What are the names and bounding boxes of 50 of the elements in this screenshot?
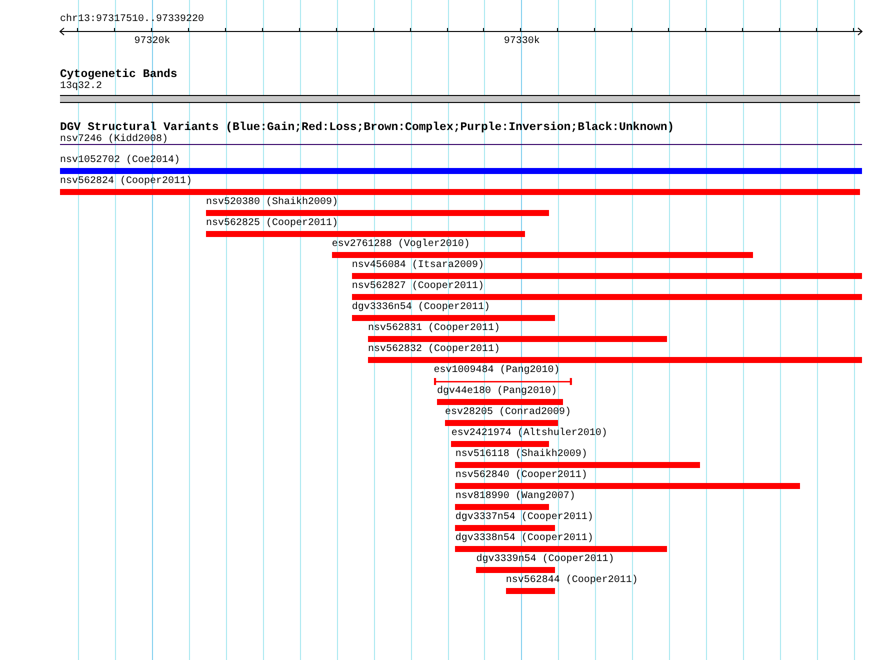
variant-label: dgv44e180 (Pang2010) — [436, 386, 557, 398]
variant-label: esv2761288 (Vogler2010) — [332, 239, 470, 251]
variant-bar[interactable] — [436, 399, 563, 405]
variant-label: nsv520380 (Shaikh2009) — [206, 197, 338, 209]
variant-bar[interactable] — [352, 273, 862, 279]
variant-label: nsv7246 (Kidd2008) — [60, 134, 168, 146]
variant-label: nsv562840 (Cooper2011) — [455, 470, 588, 482]
variant-label: nsv562824 (Cooper2011) — [60, 176, 192, 188]
variant-label: esv28205 (Conrad2009) — [444, 407, 571, 419]
variant-bar[interactable] — [60, 189, 860, 195]
variant-label: esv2421974 (Altshuler2010) — [451, 428, 608, 440]
variant-label: nsv562827 (Cooper2011) — [352, 281, 484, 293]
variant-bar[interactable] — [451, 441, 550, 447]
variant-bar[interactable] — [455, 504, 550, 510]
variant-line[interactable] — [60, 144, 862, 145]
variant-bar[interactable] — [455, 525, 555, 531]
variant-bar[interactable] — [476, 567, 555, 573]
variant-label: nsv516118 (Shaikh2009) — [455, 449, 588, 461]
variant-bar[interactable] — [368, 336, 668, 342]
variant-label: nsv562831 (Cooper2011) — [368, 323, 500, 335]
variant-bar[interactable] — [206, 210, 550, 216]
track-title: Cytogenetic Bands — [60, 69, 178, 81]
variant-label: esv1009484 (Pang2010) — [434, 365, 560, 377]
range-label: chr13:97317510..97339220 — [60, 14, 204, 26]
variant-bar[interactable] — [455, 483, 800, 489]
variant-bar[interactable] — [506, 588, 555, 594]
variant-label: dgv3336n54 (Cooper2011) — [352, 302, 490, 314]
variant-label: dgv3338n54 (Cooper2011) — [455, 533, 594, 545]
variant-label: nsv818990 (Wang2007) — [455, 491, 576, 503]
variant-label: nsv562844 (Cooper2011) — [506, 575, 638, 587]
variant-bar[interactable] — [444, 420, 558, 426]
variant-bar[interactable] — [332, 252, 753, 258]
variant-label: nsv1052702 (Coe2014) — [60, 155, 180, 167]
variant-bar[interactable] — [206, 231, 526, 237]
variant-label: dgv3339n54 (Cooper2011) — [476, 554, 614, 566]
variant-label: nsv562825 (Cooper2011) — [206, 218, 338, 230]
variant-bar[interactable] — [368, 357, 862, 363]
variant-label: nsv456084 (Itsara2009) — [352, 260, 484, 272]
variant-label: dgv3337n54 (Cooper2011) — [455, 512, 594, 524]
variant-bar[interactable] — [455, 462, 700, 468]
variant-bar[interactable] — [455, 546, 668, 552]
variant-bar[interactable] — [352, 315, 555, 321]
track-title: DGV Structural Variants (Blue:Gain;Red:Loss;Brown:Complex;Purple:Inversion;Black:Unknown) — [60, 122, 674, 134]
variant-bar[interactable] — [352, 294, 862, 300]
tick-label: 97320k — [134, 36, 170, 48]
variant-interval[interactable] — [434, 378, 572, 385]
variant-bar[interactable] — [60, 168, 862, 174]
band-label: 13q32.2 — [60, 81, 102, 93]
variant-label: nsv562832 (Cooper2011) — [368, 344, 500, 356]
tick-label: 97330k — [504, 36, 540, 48]
